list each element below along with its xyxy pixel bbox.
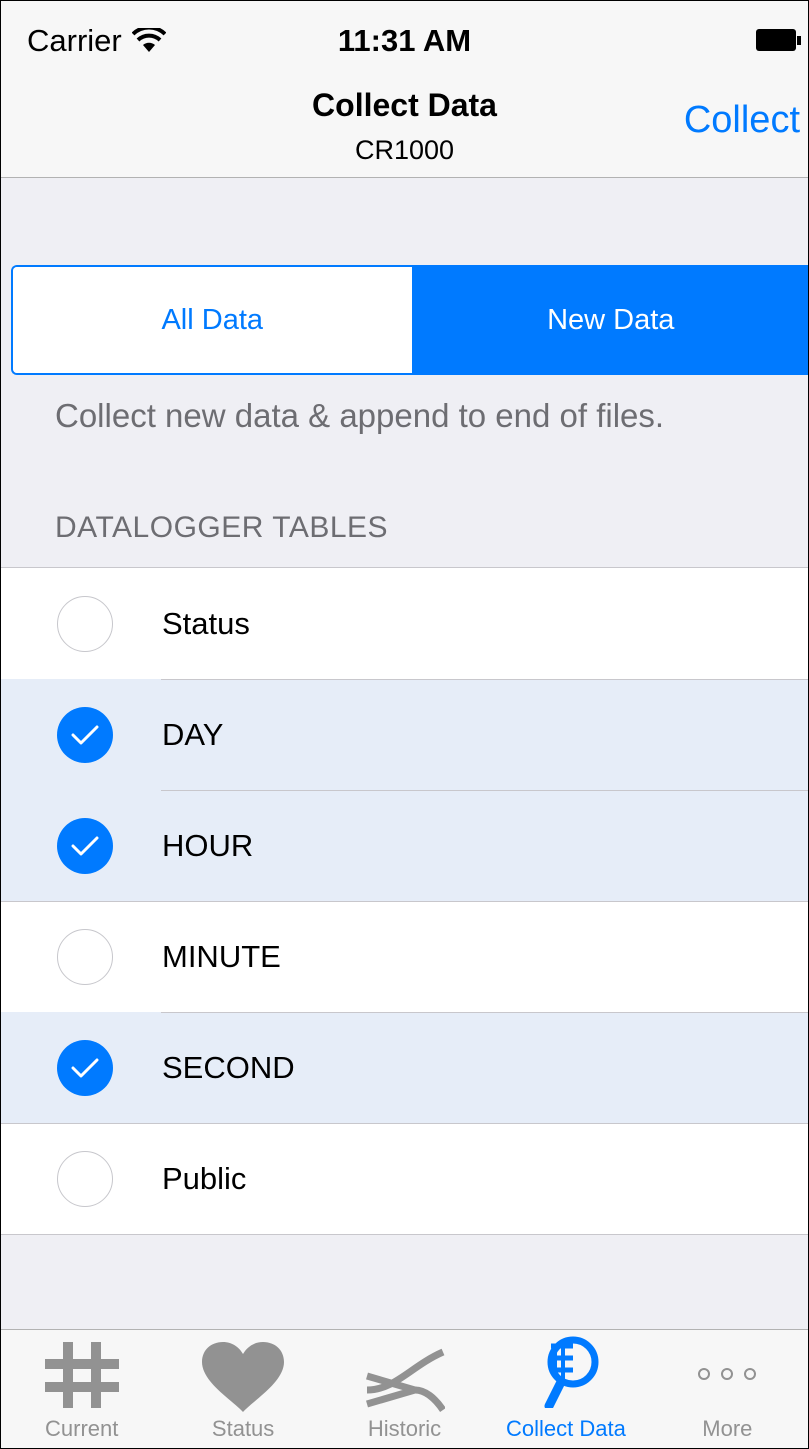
table-row-label: HOUR bbox=[162, 827, 254, 863]
tab-label: Historic bbox=[367, 1416, 442, 1441]
unchecked-circle-icon[interactable] bbox=[57, 1151, 113, 1207]
table-row-label: SECOND bbox=[162, 1049, 295, 1085]
segment-all-data[interactable]: All Data bbox=[13, 267, 412, 373]
tab-historic[interactable]: Historic bbox=[324, 1330, 485, 1448]
unchecked-circle-icon[interactable] bbox=[57, 929, 113, 985]
status-bar: Carrier 11:31 AM bbox=[1, 1, 808, 79]
table-row-label: MINUTE bbox=[162, 938, 281, 974]
app-screen: Carrier 11:31 AM Collect Data CR1000 Col… bbox=[0, 0, 809, 1449]
tab-label: Status bbox=[211, 1416, 275, 1441]
tab-collect-data[interactable]: Collect Data bbox=[485, 1330, 646, 1448]
tab-current[interactable]: Current bbox=[1, 1330, 162, 1448]
navigation-bar: Collect Data CR1000 Collect bbox=[1, 79, 808, 178]
status-time: 11:31 AM bbox=[337, 23, 472, 58]
battery-icon bbox=[756, 28, 804, 52]
table-row-status[interactable]: Status bbox=[1, 568, 808, 679]
tables-section-header: DATALOGGER TABLES bbox=[55, 511, 389, 544]
table-row-public[interactable]: Public bbox=[1, 1123, 808, 1234]
collect-net-icon bbox=[544, 1336, 599, 1408]
heart-icon bbox=[202, 1342, 285, 1412]
more-dots-icon bbox=[698, 1368, 757, 1380]
mode-description: Collect new data & append to end of file… bbox=[55, 397, 665, 434]
segment-new-data[interactable]: New Data bbox=[411, 267, 808, 373]
tab-label: More bbox=[702, 1416, 753, 1441]
historic-icon bbox=[365, 1348, 445, 1413]
tab-label: Collect Data bbox=[506, 1416, 626, 1441]
collection-mode-segmented-control: All Data New Data bbox=[11, 265, 808, 375]
tab-status[interactable]: Status bbox=[162, 1330, 323, 1448]
table-row-label: Status bbox=[162, 605, 250, 641]
tab-label: Current bbox=[45, 1416, 119, 1441]
table-row-label: Public bbox=[162, 1160, 247, 1196]
table-row-day[interactable]: DAY bbox=[1, 679, 808, 790]
datalogger-table-list: Status DAY HOUR MINUTE SECOND Public bbox=[1, 567, 808, 1235]
table-row-minute[interactable]: MINUTE bbox=[1, 901, 808, 1012]
table-row-hour[interactable]: HOUR bbox=[1, 790, 808, 901]
tab-bar: Current Status Historic Collect Data Mor… bbox=[1, 1329, 808, 1448]
table-row-label: DAY bbox=[162, 716, 224, 752]
checkmark-circle-icon[interactable] bbox=[57, 1040, 113, 1096]
unchecked-circle-icon[interactable] bbox=[57, 596, 113, 652]
table-row-second[interactable]: SECOND bbox=[1, 1012, 808, 1123]
collect-button[interactable]: Collect bbox=[684, 99, 800, 142]
checkmark-circle-icon[interactable] bbox=[57, 707, 113, 763]
hash-icon bbox=[44, 1342, 119, 1408]
checkmark-circle-icon[interactable] bbox=[57, 818, 113, 874]
tab-more[interactable]: More bbox=[647, 1330, 808, 1448]
